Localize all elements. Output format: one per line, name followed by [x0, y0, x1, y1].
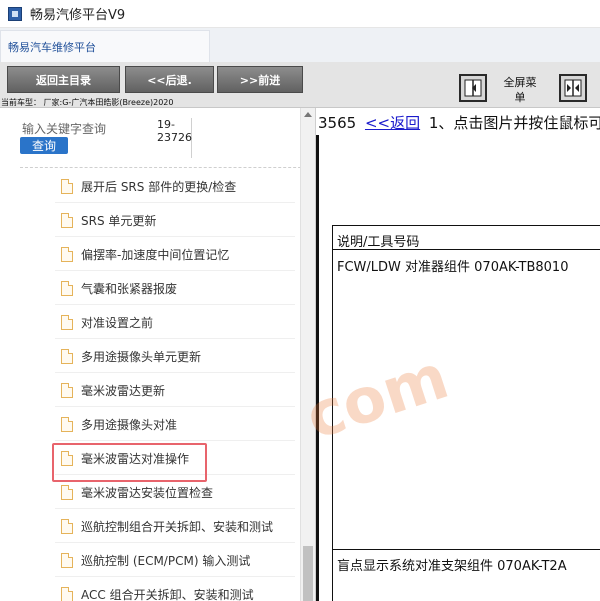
tree-item-label: 巡航控制 (ECM/PCM) 输入测试: [81, 553, 251, 568]
collapse-icon: [464, 79, 482, 97]
scroll-thumb[interactable]: [303, 546, 313, 601]
document-code-line2: 23726: [157, 131, 192, 144]
scroll-up-icon[interactable]: [304, 112, 312, 117]
tree-item-label: 毫米波雷达更新: [81, 383, 166, 398]
tree-item-label: 气囊和张紧器报废: [81, 281, 178, 296]
tree-item-label: 巡航控制组合开关拆卸、安装和测试: [81, 519, 274, 534]
table-line: [332, 549, 600, 550]
document-icon: [61, 518, 73, 534]
table-line: [332, 225, 600, 226]
tree-item[interactable]: 展开后 SRS 部件的更换/检查: [55, 170, 295, 203]
document-icon: [61, 280, 73, 296]
back-button[interactable]: <<后退.: [125, 66, 214, 93]
title-bar: 畅易汽修平台V9: [0, 0, 600, 28]
content-header: 3565 <<返回 1、点击图片并按住鼠标可: [318, 112, 600, 133]
tree-item-label: 多用途摄像头对准: [81, 417, 178, 432]
forward-button[interactable]: >>前进: [217, 66, 303, 93]
window-title: 畅易汽修平台V9: [30, 8, 126, 23]
document-code: 19- 23726: [148, 118, 192, 158]
toolbar: 返回主目录 <<后退. >>前进 当前车型： 厂家:G-广汽本田皓影(Breez…: [0, 62, 600, 108]
document-code-line1: 19-: [157, 118, 175, 131]
expand-button[interactable]: [559, 74, 587, 102]
document-icon: [61, 314, 73, 330]
table-border: [332, 225, 333, 601]
expand-icon: [564, 79, 582, 97]
back-to-main-button[interactable]: 返回主目录: [7, 66, 120, 93]
document-icon: [61, 382, 73, 398]
tree-item-label: 多用途摄像头单元更新: [81, 349, 202, 364]
collapse-left-button[interactable]: [459, 74, 487, 102]
page-number: 3565: [318, 114, 357, 132]
tree-item-label: ACC 组合开关拆卸、安装和测试: [81, 587, 254, 601]
tab-main[interactable]: 畅易汽车维修平台: [0, 30, 210, 62]
selection-highlight: [52, 443, 207, 482]
table-header: 说明/工具号码: [337, 235, 420, 250]
tree-item-label: 偏摆率-加速度中间位置记忆: [81, 247, 230, 262]
tree-item[interactable]: 巡航控制组合开关拆卸、安装和测试: [55, 510, 295, 543]
tree-item[interactable]: ACC 组合开关拆卸、安装和测试: [55, 578, 295, 601]
content-pane: 3565 <<返回 1、点击图片并按住鼠标可 说明/工具号码 FCW/LDW 对…: [316, 108, 600, 601]
document-icon: [61, 586, 73, 601]
tree-item[interactable]: 对准设置之前: [55, 306, 295, 339]
tree-item[interactable]: SRS 单元更新: [55, 204, 295, 237]
sidebar-scrollbar[interactable]: [300, 108, 315, 601]
current-vehicle-info: 当前车型： 厂家:G-广汽本田皓影(Breeze)2020: [1, 98, 174, 107]
page-border: [316, 135, 319, 601]
tree-item[interactable]: 巡航控制 (ECM/PCM) 输入测试: [55, 544, 295, 577]
divider: [20, 167, 315, 168]
tree-item[interactable]: 毫米波雷达更新: [55, 374, 295, 407]
document-icon: [61, 552, 73, 568]
tab-bar: 畅易汽车维修平台: [0, 28, 600, 62]
tree-item-label: 毫米波雷达安装位置检查: [81, 485, 214, 500]
tree-item-label: SRS 单元更新: [81, 213, 157, 228]
tree-item[interactable]: 偏摆率-加速度中间位置记忆: [55, 238, 295, 271]
document-icon: [61, 484, 73, 500]
app-icon: [8, 6, 22, 21]
search-button[interactable]: 查询: [20, 137, 68, 154]
tree-item[interactable]: 多用途摄像头对准: [55, 408, 295, 441]
document-icon: [61, 348, 73, 364]
document-icon: [61, 246, 73, 262]
instruction-text: 1、点击图片并按住鼠标可: [428, 114, 600, 132]
tree-item-label: 对准设置之前: [81, 315, 154, 330]
document-icon: [61, 212, 73, 228]
tree-item[interactable]: 多用途摄像头单元更新: [55, 340, 295, 373]
table-cell: 盲点显示系统对准支架组件 070AK-T2A: [337, 559, 567, 574]
back-link[interactable]: <<返回: [365, 114, 420, 132]
table-cell: FCW/LDW 对准器组件 070AK-TB8010: [337, 260, 569, 275]
document-icon: [61, 416, 73, 432]
tree-item-label: 展开后 SRS 部件的更换/检查: [81, 179, 237, 194]
sidebar: 输入关键字查询 查询 19- 23726 展开后 SRS 部件的更换/检查 SR…: [0, 108, 316, 601]
search-input[interactable]: 输入关键字查询: [22, 120, 106, 137]
document-icon: [61, 178, 73, 194]
tree-item[interactable]: 气囊和张紧器报废: [55, 272, 295, 305]
fullscreen-menu-label[interactable]: 全屏菜单: [500, 75, 540, 105]
